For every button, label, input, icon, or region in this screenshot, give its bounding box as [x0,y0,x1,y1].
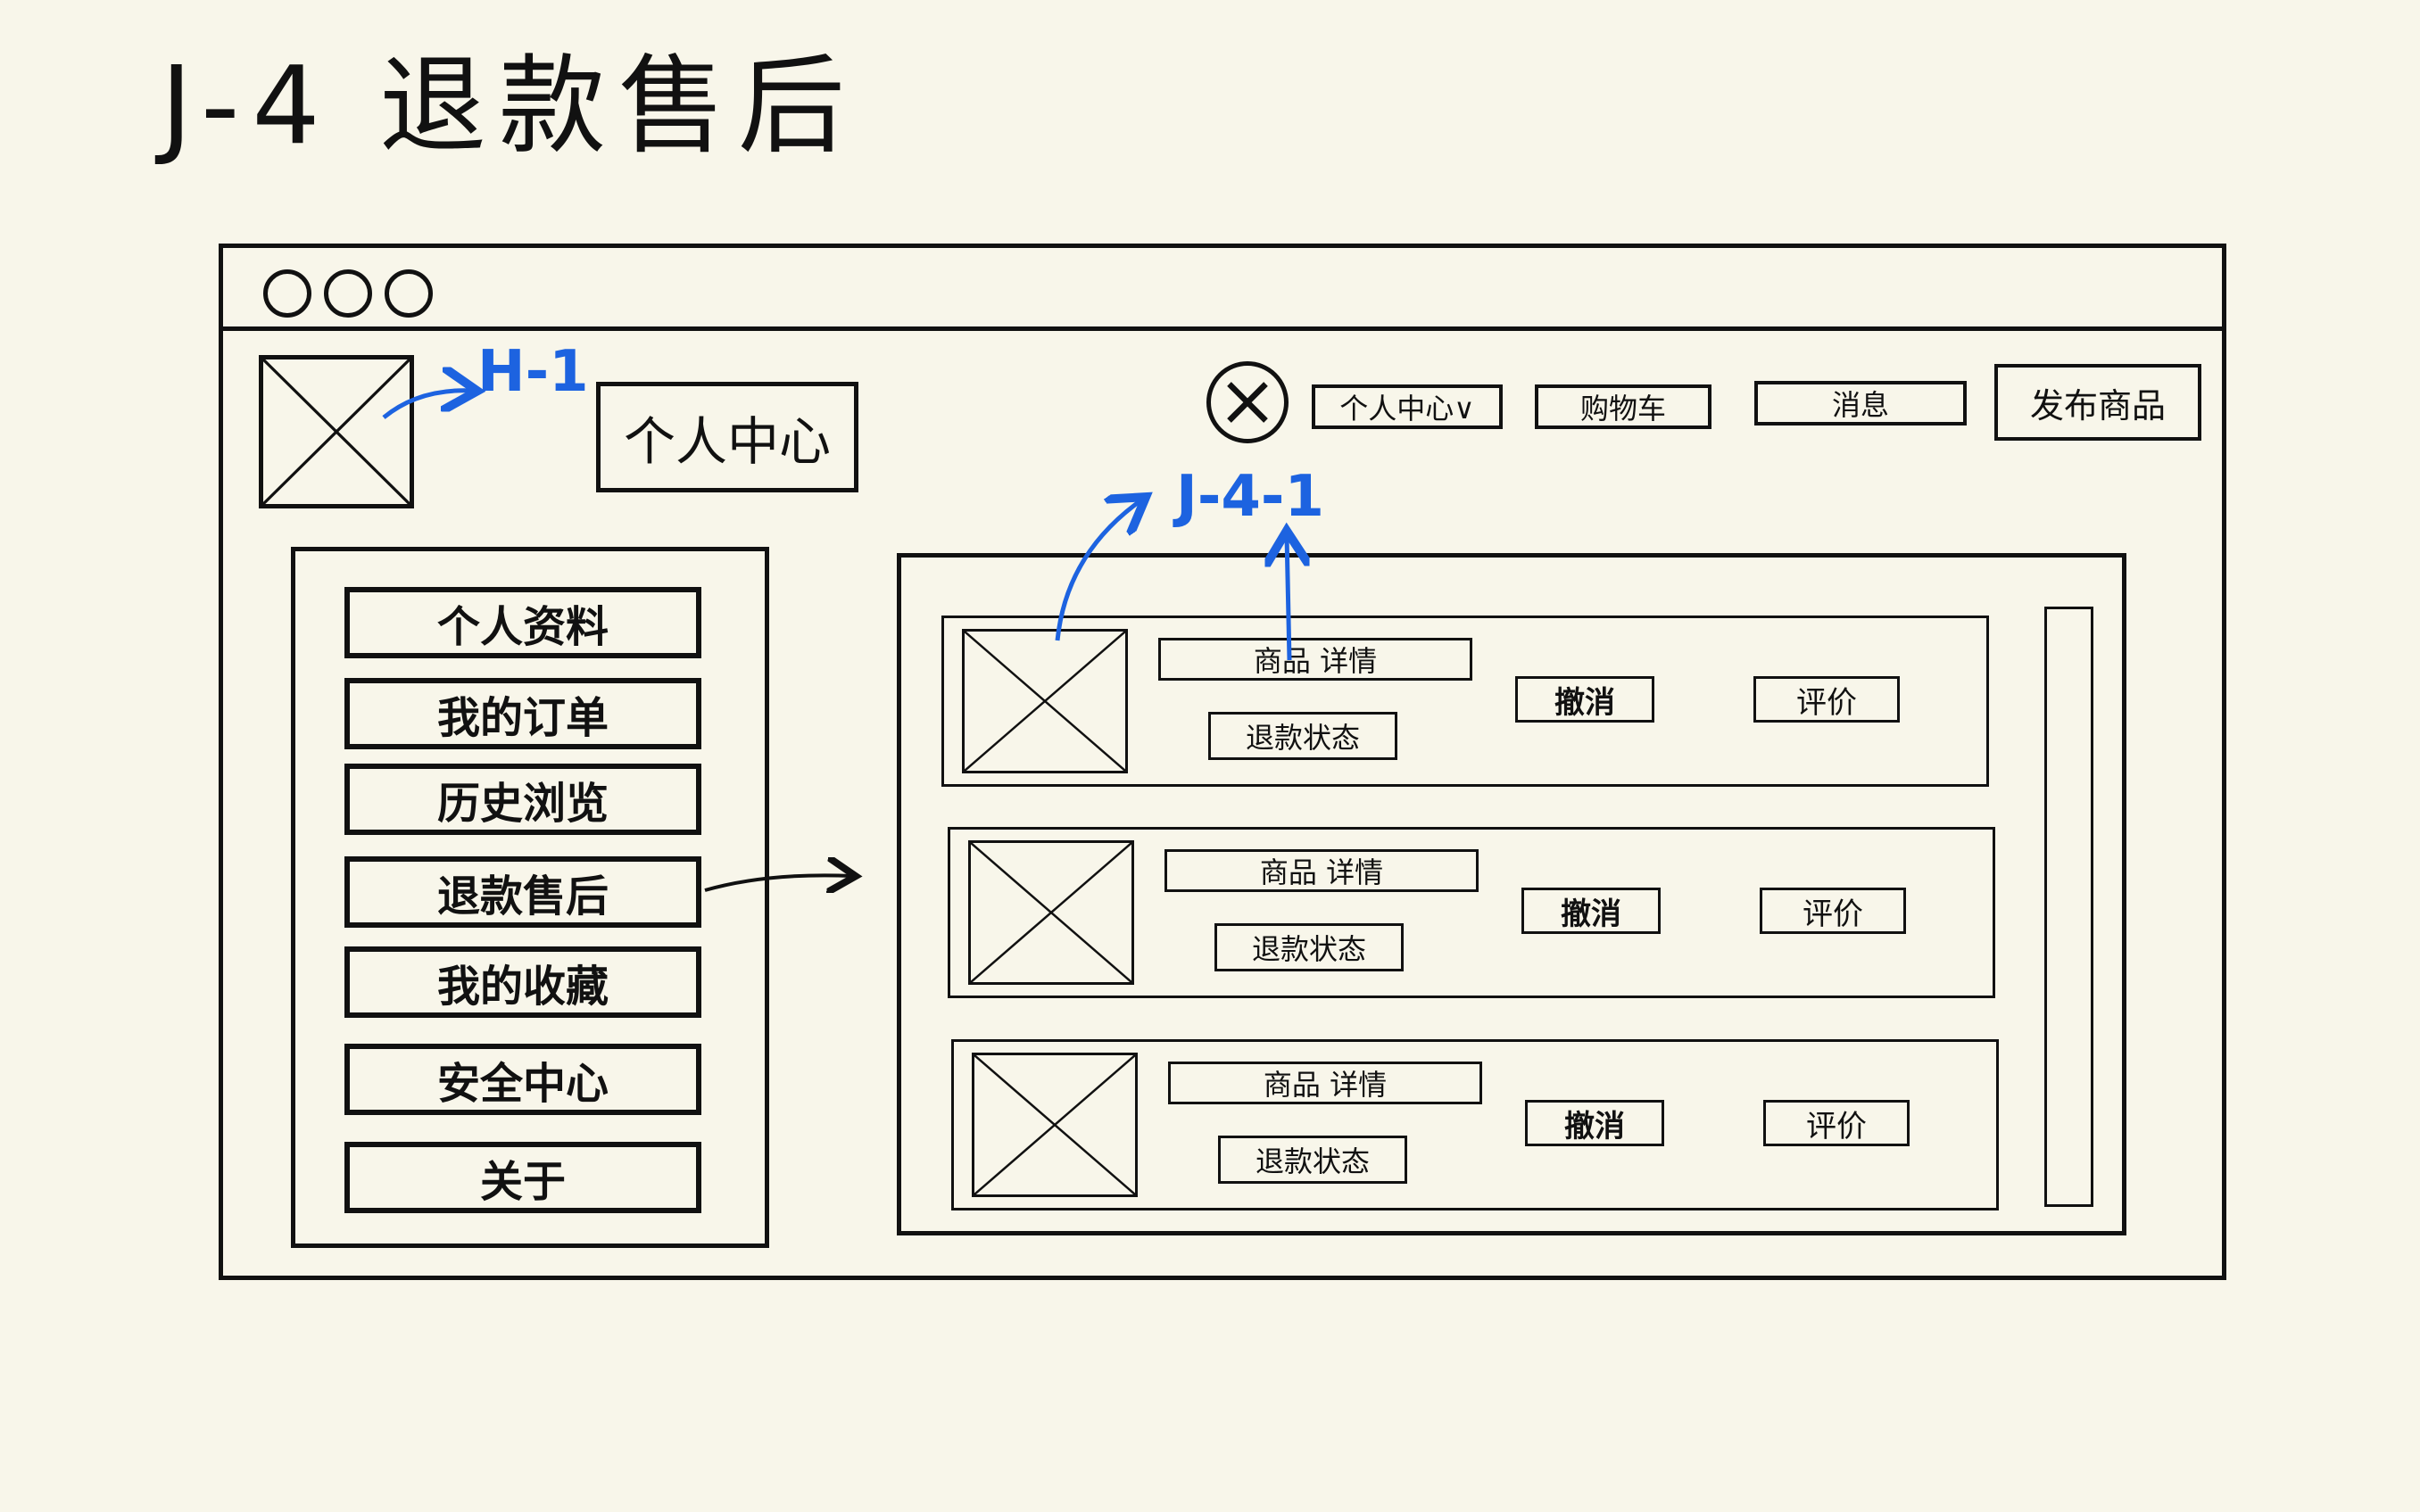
arrows-overlay [382,0,2420,1512]
arrow-refund-to-content [704,875,852,890]
arrow-to-j41-detail [1287,535,1289,661]
arrow-to-j41-image [1055,500,1142,641]
arrow-to-h1 [382,391,473,419]
